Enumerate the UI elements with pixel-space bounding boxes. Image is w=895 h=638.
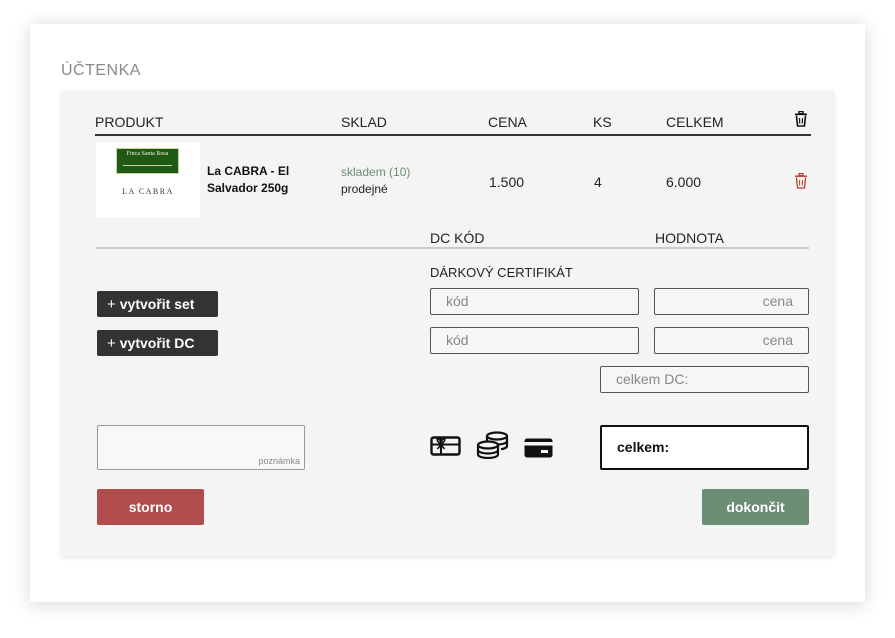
header-product: PRODUKT bbox=[95, 114, 164, 130]
product-price: 1.500 bbox=[489, 174, 525, 190]
dc-code-input-2[interactable]: kód bbox=[430, 327, 639, 354]
create-set-label: vytvořit set bbox=[119, 296, 195, 312]
delete-row-trash-icon[interactable] bbox=[794, 173, 808, 189]
note-placeholder: poznámka bbox=[258, 456, 300, 466]
create-dc-button[interactable]: + vytvořit DC bbox=[97, 330, 218, 356]
clear-all-trash-icon[interactable] bbox=[794, 110, 808, 127]
product-brand-text: LA CABRA bbox=[122, 187, 174, 196]
dc-price-input-1[interactable]: cena bbox=[654, 288, 809, 315]
stock-status: skladem (10) bbox=[341, 165, 411, 179]
cancel-button[interactable]: storno bbox=[97, 489, 204, 525]
receipt-panel: PRODUKT SKLAD CENA KS CELKEM Finca Santa… bbox=[61, 91, 834, 557]
plus-icon: + bbox=[107, 296, 116, 313]
product-thumbnail: Finca Santa Rosa LA CABRA bbox=[96, 142, 200, 218]
header-stock: SKLAD bbox=[341, 114, 387, 130]
header-price: CENA bbox=[488, 114, 527, 130]
grand-total-field: celkem: bbox=[600, 425, 809, 470]
finish-button[interactable]: dokončit bbox=[702, 489, 809, 525]
dc-total-field: celkem DC: bbox=[600, 366, 809, 393]
receipt-title: ÚČTENKA bbox=[61, 62, 141, 79]
product-label-text: Finca Santa Rosa bbox=[126, 151, 169, 157]
product-total: 6.000 bbox=[666, 174, 702, 190]
product-name: La CABRA - El Salvador 250g bbox=[207, 164, 290, 195]
header-total: CELKEM bbox=[666, 114, 724, 130]
note-textarea[interactable]: poznámka bbox=[97, 425, 305, 470]
dc-price-input-2[interactable]: cena bbox=[654, 327, 809, 354]
product-qty[interactable]: 4 bbox=[594, 174, 602, 190]
plus-icon: + bbox=[107, 335, 116, 352]
credit-card-icon[interactable] bbox=[524, 438, 553, 463]
dc-divider bbox=[96, 247, 809, 249]
dc-code-header: DC KÓD bbox=[430, 230, 485, 246]
page: ÚČTENKA PRODUKT SKLAD CENA KS CELKEM Fin… bbox=[0, 0, 895, 638]
gift-certificate-label: DÁRKOVÝ CERTIFIKÁT bbox=[430, 265, 573, 280]
header-qty: KS bbox=[593, 114, 612, 130]
coins-icon[interactable] bbox=[476, 431, 509, 464]
create-set-button[interactable]: + vytvořit set bbox=[97, 291, 218, 317]
dc-value-header: HODNOTA bbox=[655, 230, 724, 246]
receipt-card: ÚČTENKA PRODUKT SKLAD CENA KS CELKEM Fin… bbox=[30, 24, 865, 602]
dc-code-input-1[interactable]: kód bbox=[430, 288, 639, 315]
gift-card-icon[interactable] bbox=[430, 435, 461, 462]
product-label-graphic: Finca Santa Rosa bbox=[116, 148, 179, 174]
header-divider bbox=[95, 134, 811, 136]
create-dc-label: vytvořit DC bbox=[119, 335, 195, 351]
stock-sellable: prodejné bbox=[341, 182, 388, 196]
